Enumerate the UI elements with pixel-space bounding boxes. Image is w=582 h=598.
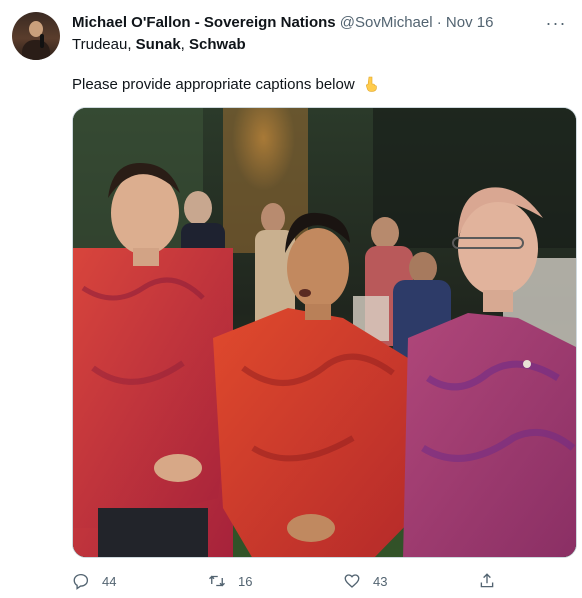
reply-count: 44	[102, 573, 117, 589]
author-handle[interactable]: @SovMichael	[340, 14, 433, 31]
avatar[interactable]	[12, 12, 60, 60]
avatar-body	[22, 40, 50, 60]
mention-sunak[interactable]: Sunak	[136, 36, 181, 53]
retweet-count: 16	[238, 573, 253, 589]
retweet-button[interactable]: 16	[208, 570, 252, 592]
reply-icon	[73, 573, 89, 590]
more-options-icon[interactable]: ···	[544, 11, 568, 35]
separator-dot: ·	[436, 14, 442, 31]
author-name[interactable]: Michael O'Fallon - Sovereign Nations	[72, 14, 336, 31]
share-icon	[480, 573, 494, 588]
share-button[interactable]	[478, 570, 508, 592]
pointing-down-hand-icon	[365, 76, 377, 92]
like-button[interactable]: 43	[343, 570, 387, 592]
tweet-photo[interactable]	[72, 107, 577, 558]
mentions-line: Trudeau, Sunak, Schwab	[72, 35, 246, 55]
mention-schwab[interactable]: Schwab	[189, 36, 246, 53]
heart-icon	[344, 574, 360, 588]
tweet-header: Michael O'Fallon - Sovereign Nations @So…	[72, 13, 542, 33]
tweet-actions: 44 16 43	[72, 570, 502, 592]
tweet-body: Please provide appropriate captions belo…	[72, 76, 355, 93]
like-count: 43	[373, 573, 388, 589]
retweet-icon	[209, 575, 225, 587]
tweet-date[interactable]: Nov 16	[446, 14, 494, 31]
mention-separator: ,	[180, 36, 190, 53]
tweet-text: Please provide appropriate captions belo…	[72, 75, 379, 95]
reply-button[interactable]: 44	[72, 570, 116, 592]
photo-illustration	[73, 108, 576, 557]
microphone-icon	[40, 34, 44, 48]
mention-trudeau[interactable]: Trudeau,	[72, 36, 136, 53]
